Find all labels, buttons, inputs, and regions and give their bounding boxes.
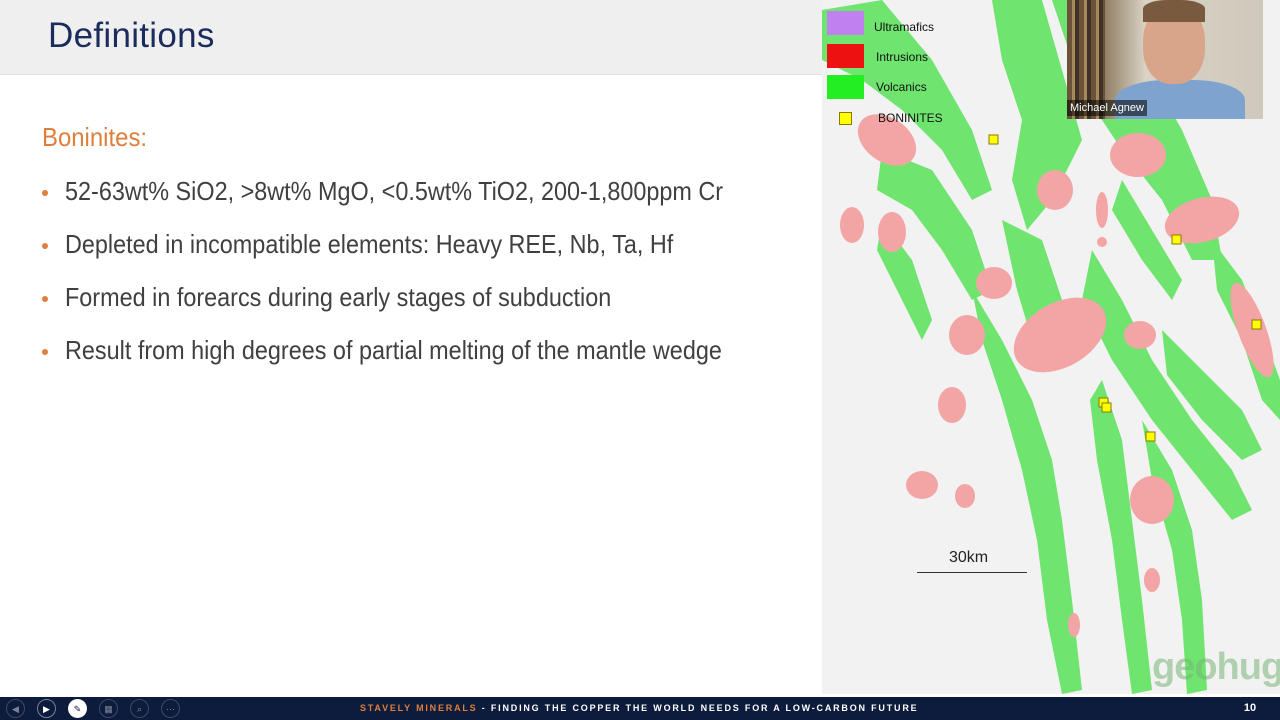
boninites-swatch-icon (839, 112, 852, 125)
bullet-text: 52-63wt% SiO2, >8wt% MgO, <0.5wt% TiO2, … (65, 176, 724, 206)
previous-icon[interactable]: ◀ (6, 699, 25, 718)
bullet-dot-icon (42, 190, 48, 196)
bullet-dot-icon (42, 296, 48, 302)
legend-label: BONINITES (878, 111, 943, 125)
footer-brand: STAVELY MINERALS (360, 703, 478, 713)
footer-bar: STAVELY MINERALS - FINDING THE COPPER TH… (0, 697, 1280, 720)
bullet-item: Result from high degrees of partial melt… (40, 329, 810, 382)
bullet-text: Depleted in incompatible elements: Heavy… (65, 229, 674, 259)
subheading: Boninites: (42, 122, 148, 152)
pen-icon[interactable]: ✎ (68, 699, 87, 718)
bullet-item: 52-63wt% SiO2, >8wt% MgO, <0.5wt% TiO2, … (40, 170, 810, 223)
bullet-text: Result from high degrees of partial melt… (65, 335, 722, 365)
more-options-icon[interactable]: ⋯ (161, 699, 180, 718)
legend-label: Ultramafics (874, 20, 935, 34)
bullet-item: Formed in forearcs during early stages o… (40, 276, 810, 329)
ultramafics-swatch-icon (827, 11, 864, 35)
bullet-dot-icon (42, 349, 48, 355)
footer-slogan: - FINDING THE COPPER THE WORLD NEEDS FOR… (477, 703, 919, 713)
participant-name-label: Michael Agnew (1067, 100, 1147, 116)
bullet-text: Formed in forearcs during early stages o… (65, 282, 612, 312)
next-icon[interactable]: ▶ (37, 699, 56, 718)
slide-title-band: Definitions (0, 0, 822, 75)
bullet-list: 52-63wt% SiO2, >8wt% MgO, <0.5wt% TiO2, … (40, 170, 810, 382)
intrusions-swatch-icon (827, 44, 864, 68)
slides-icon[interactable]: ▦ (99, 699, 118, 718)
bullet-item: Depleted in incompatible elements: Heavy… (40, 223, 810, 276)
volcanics-swatch-icon (827, 75, 864, 99)
footer-tagline: STAVELY MINERALS - FINDING THE COPPER TH… (360, 703, 918, 713)
scale-bar-line (917, 572, 1027, 573)
legend-label: Intrusions (876, 50, 929, 64)
page-number: 10 (1243, 702, 1257, 714)
scale-bar-label: 30km (949, 549, 989, 566)
webcam-thumbnail[interactable]: Michael Agnew (1067, 0, 1263, 119)
geohug-watermark: geohug (1152, 646, 1280, 688)
slide-title: Definitions (48, 16, 215, 55)
presenter-hair (1143, 0, 1205, 22)
zoom-icon[interactable]: ⌕ (130, 699, 149, 718)
bullet-dot-icon (42, 243, 48, 249)
legend-label: Volcanics (876, 80, 927, 94)
